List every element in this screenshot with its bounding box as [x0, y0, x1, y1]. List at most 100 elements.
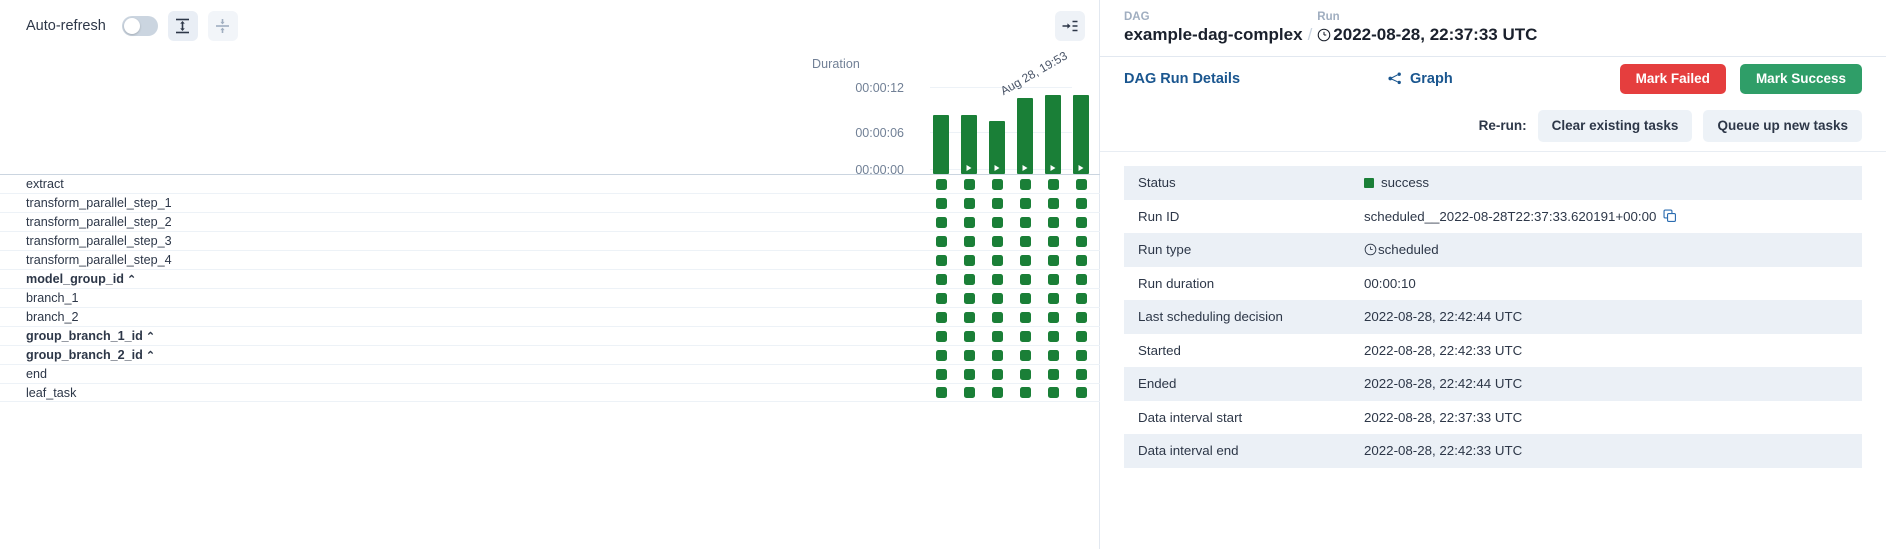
task-row[interactable]: model_group_id⌃: [0, 269, 1100, 288]
task-row[interactable]: transform_parallel_step_3: [0, 231, 1100, 250]
chart-bar-slot[interactable]: [958, 82, 980, 174]
task-instance-cell[interactable]: [1014, 270, 1036, 289]
task-instance-cell[interactable]: [958, 346, 980, 365]
chevron-up-icon[interactable]: ⌃: [127, 273, 136, 286]
task-instance-cell[interactable]: [1042, 346, 1064, 365]
clear-existing-tasks-button[interactable]: Clear existing tasks: [1538, 110, 1693, 142]
task-instance-cell[interactable]: [986, 346, 1008, 365]
task-instance-cell[interactable]: [1042, 308, 1064, 327]
task-instance-cell[interactable]: [1014, 308, 1036, 327]
task-instance-cell[interactable]: [1042, 383, 1064, 402]
task-instance-cell[interactable]: [1042, 251, 1064, 270]
copy-icon[interactable]: [1663, 209, 1677, 223]
task-instance-cell[interactable]: [986, 308, 1008, 327]
chart-bar[interactable]: [1073, 95, 1089, 174]
task-instance-cell[interactable]: [986, 383, 1008, 402]
task-instance-cell[interactable]: [1070, 232, 1092, 251]
task-instance-cell[interactable]: [958, 383, 980, 402]
task-instance-cell[interactable]: [1070, 194, 1092, 213]
task-instance-cell[interactable]: [1070, 365, 1092, 384]
chevron-up-icon[interactable]: ⌃: [146, 330, 155, 343]
chevron-up-icon[interactable]: ⌃: [146, 349, 155, 362]
task-instance-cell[interactable]: [986, 270, 1008, 289]
tab-dag-run-details[interactable]: DAG Run Details: [1124, 71, 1240, 87]
mark-failed-button[interactable]: Mark Failed: [1620, 64, 1726, 94]
task-instance-cell[interactable]: [986, 251, 1008, 270]
chart-bar-slot[interactable]: [1014, 82, 1036, 174]
task-instance-cell[interactable]: [958, 289, 980, 308]
task-row[interactable]: branch_1: [0, 288, 1100, 307]
task-instance-cell[interactable]: [1014, 194, 1036, 213]
task-instance-cell[interactable]: [958, 327, 980, 346]
task-row[interactable]: leaf_task: [0, 383, 1100, 402]
task-row[interactable]: group_branch_1_id⌃: [0, 326, 1100, 345]
task-instance-cell[interactable]: [1070, 213, 1092, 232]
task-instance-cell[interactable]: [1042, 194, 1064, 213]
task-instance-cell[interactable]: [1014, 289, 1036, 308]
chart-bar-slot[interactable]: [930, 82, 952, 174]
task-instance-cell[interactable]: [1042, 232, 1064, 251]
tab-graph[interactable]: Graph: [1388, 71, 1453, 87]
task-instance-cell[interactable]: [986, 365, 1008, 384]
task-row[interactable]: group_branch_2_id⌃: [0, 345, 1100, 364]
queue-up-new-tasks-button[interactable]: Queue up new tasks: [1703, 110, 1862, 142]
task-instance-cell[interactable]: [1014, 327, 1036, 346]
chart-bar[interactable]: [989, 121, 1005, 174]
task-instance-cell[interactable]: [930, 232, 952, 251]
task-instance-cell[interactable]: [1070, 308, 1092, 327]
task-instance-cell[interactable]: [930, 175, 952, 194]
task-instance-cell[interactable]: [958, 251, 980, 270]
task-instance-cell[interactable]: [1070, 327, 1092, 346]
breadcrumb-run[interactable]: Run 2022-08-28, 22:37:33 UTC: [1317, 10, 1537, 46]
task-instance-cell[interactable]: [1070, 346, 1092, 365]
task-instance-cell[interactable]: [958, 270, 980, 289]
task-row[interactable]: transform_parallel_step_4: [0, 250, 1100, 269]
task-instance-cell[interactable]: [1014, 383, 1036, 402]
task-instance-cell[interactable]: [958, 213, 980, 232]
task-instance-cell[interactable]: [930, 327, 952, 346]
task-instance-cell[interactable]: [958, 232, 980, 251]
task-instance-cell[interactable]: [930, 270, 952, 289]
task-row[interactable]: transform_parallel_step_2: [0, 212, 1100, 231]
task-instance-cell[interactable]: [1070, 175, 1092, 194]
task-instance-cell[interactable]: [1042, 289, 1064, 308]
collapse-to-right-icon-button[interactable]: [1055, 11, 1085, 41]
task-instance-cell[interactable]: [1042, 270, 1064, 289]
task-instance-cell[interactable]: [930, 194, 952, 213]
task-instance-cell[interactable]: [930, 346, 952, 365]
task-instance-cell[interactable]: [1042, 365, 1064, 384]
task-instance-cell[interactable]: [1042, 175, 1064, 194]
vertical-expand-icon-button[interactable]: [168, 11, 198, 41]
task-instance-cell[interactable]: [1070, 251, 1092, 270]
chart-bar-slot[interactable]: [986, 82, 1008, 174]
task-instance-cell[interactable]: [1014, 175, 1036, 194]
chart-bar[interactable]: [1017, 98, 1033, 174]
task-instance-cell[interactable]: [958, 175, 980, 194]
task-instance-cell[interactable]: [1014, 251, 1036, 270]
task-instance-cell[interactable]: [986, 327, 1008, 346]
task-row[interactable]: transform_parallel_step_1: [0, 193, 1100, 212]
task-instance-cell[interactable]: [1014, 213, 1036, 232]
compress-rows-icon-button[interactable]: [208, 11, 238, 41]
mark-success-button[interactable]: Mark Success: [1740, 64, 1862, 94]
task-instance-cell[interactable]: [1042, 327, 1064, 346]
task-instance-cell[interactable]: [930, 289, 952, 308]
chart-bar[interactable]: [961, 115, 977, 174]
task-instance-cell[interactable]: [930, 365, 952, 384]
task-instance-cell[interactable]: [986, 213, 1008, 232]
task-instance-cell[interactable]: [930, 213, 952, 232]
task-instance-cell[interactable]: [986, 289, 1008, 308]
chart-bar[interactable]: [933, 115, 949, 174]
task-instance-cell[interactable]: [1070, 289, 1092, 308]
chart-bar-slot[interactable]: [1042, 82, 1064, 174]
breadcrumb-dag[interactable]: DAG example-dag-complex: [1124, 10, 1303, 46]
task-instance-cell[interactable]: [986, 194, 1008, 213]
chart-bar[interactable]: [1045, 95, 1061, 174]
task-instance-cell[interactable]: [1014, 346, 1036, 365]
task-instance-cell[interactable]: [1014, 232, 1036, 251]
task-row[interactable]: extract: [0, 174, 1100, 193]
task-instance-cell[interactable]: [930, 308, 952, 327]
task-instance-cell[interactable]: [930, 251, 952, 270]
task-instance-cell[interactable]: [1042, 213, 1064, 232]
task-instance-cell[interactable]: [1070, 383, 1092, 402]
